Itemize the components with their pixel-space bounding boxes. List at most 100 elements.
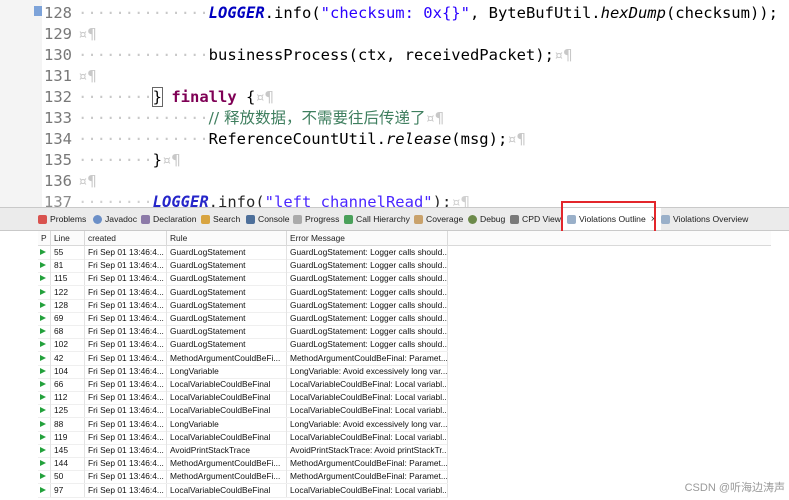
error-message-cell: GuardLogStatement: Logger calls should..… [287,325,448,339]
priority-cell [38,285,51,299]
violations-overview-icon [661,214,670,224]
error-message-cell: LocalVariableCouldBeFinal: Local variabl… [287,483,448,497]
table-row[interactable]: 68 Fri Sep 01 13:46:4... GuardLogStatement… [38,325,448,340]
table-row[interactable]: 42 Fri Sep 01 13:46:4... MethodArgumentCou… [38,351,448,366]
priority-marker-icon [40,315,46,321]
priority-cell [38,470,51,484]
tab-coverage[interactable]: Coverage [414,208,463,230]
created-cell: Fri Sep 01 13:46:4... [85,325,167,339]
code-line: 131 ¤¶ [44,67,97,85]
line-cell: 68 [51,325,85,339]
error-message-cell: MethodArgumentCouldBeFinal: Paramet... [287,457,448,471]
table-row[interactable]: 104 Fri Sep 01 13:46:4... LongVariable Long… [38,364,448,379]
created-cell: Fri Sep 01 13:46:4... [85,259,167,273]
table-row[interactable]: 119 Fri Sep 01 13:46:4... LocalVariableCou… [38,430,448,445]
tab-cpd-view[interactable]: CPD View [510,208,561,230]
created-cell: Fri Sep 01 13:46:4... [85,378,167,391]
rule-cell: GuardLogStatement [167,272,287,286]
search-icon [201,214,210,224]
created-cell: Fri Sep 01 13:46:4... [85,272,167,286]
line-cell: 50 [51,470,85,484]
table-row[interactable]: 69 Fri Sep 01 13:46:4... GuardLogStatement… [38,312,448,326]
line-cell: 144 [51,457,85,471]
table-header: P Line created Rule Error Message [38,231,771,246]
column-header-error-message[interactable]: Error Message [287,231,448,245]
priority-marker-icon [40,367,46,374]
column-header-line[interactable]: Line [51,231,85,245]
priority-cell [38,259,51,273]
error-message-cell: LocalVariableCouldBeFinal: Local variabl… [287,404,448,418]
table-row[interactable]: 88 Fri Sep 01 13:46:4... LongVariable LongV… [38,417,448,432]
created-cell: Fri Sep 01 13:46:4... [85,391,167,405]
created-cell: Fri Sep 01 13:46:4... [85,298,167,312]
error-message-cell: GuardLogStatement: Logger calls should..… [287,285,448,299]
violations-table[interactable]: P Line created Rule Error Message 55 Fri … [38,231,771,500]
priority-marker-icon [40,394,46,401]
code-line: 132 ········} finally {¤¶ [44,87,275,107]
code-line: 133 ··············// 释放数据，不需要往后传递了¤¶ [44,109,445,127]
table-row[interactable]: 115 Fri Sep 01 13:46:4... GuardLogStatemen… [38,272,448,287]
tab-search[interactable]: Search [201,208,240,230]
table-row[interactable]: 102 Fri Sep 01 13:46:4... GuardLogStatemen… [38,338,448,353]
table-row[interactable]: 144 Fri Sep 01 13:46:4... MethodArgumentCo… [38,457,448,472]
line-cell: 69 [51,312,85,325]
created-cell: Fri Sep 01 13:46:4... [85,404,167,418]
cpd-view-icon [510,214,519,224]
view-tab-bar: Problems Javadoc Declaration Search Cons… [0,207,789,231]
rule-cell: LocalVariableCouldBeFinal [167,378,287,391]
priority-cell [38,391,51,405]
column-header-created[interactable]: created [85,231,167,245]
watermark: CSDN @听海边涛声 [684,482,785,494]
code-editor[interactable]: 128 ··············LOGGER.info("checksum:… [0,0,789,207]
priority-marker-icon [40,473,46,480]
column-header-priority[interactable]: P [38,231,51,245]
table-row[interactable]: 97 Fri Sep 01 13:46:4... LocalVariableCoul… [38,483,448,498]
code-line: 129 ¤¶ [44,25,97,43]
priority-marker-icon [40,381,46,387]
priority-cell [38,404,51,418]
tab-declaration[interactable]: Declaration [141,208,196,230]
tab-violations-overview[interactable]: Violations Overview [661,208,748,230]
priority-cell [38,457,51,471]
created-cell: Fri Sep 01 13:46:4... [85,444,167,457]
rule-cell: GuardLogStatement [167,259,287,273]
table-row[interactable]: 128 Fri Sep 01 13:46:4... GuardLogStatemen… [38,298,448,313]
line-cell: 81 [51,259,85,273]
priority-marker-icon [40,328,46,335]
line-cell: 104 [51,364,85,378]
created-cell: Fri Sep 01 13:46:4... [85,417,167,431]
priority-cell [38,338,51,352]
error-message-cell: GuardLogStatement: Logger calls should..… [287,312,448,325]
tab-console[interactable]: Console [246,208,290,230]
rule-cell: LongVariable [167,417,287,431]
line-number: 128 [44,4,72,22]
table-row[interactable]: 81 Fri Sep 01 13:46:4... GuardLogStatement… [38,259,448,274]
rule-cell: MethodArgumentCouldBeFi... [167,470,287,484]
rule-cell: GuardLogStatement [167,285,287,299]
table-row[interactable]: 122 Fri Sep 01 13:46:4... GuardLogStatemen… [38,285,448,300]
code-line: 130 ··············businessProcess(ctx, r… [44,46,573,64]
error-message-cell: MethodArgumentCouldBeFinal: Paramet... [287,470,448,484]
table-row[interactable]: 145 Fri Sep 01 13:46:4... AvoidPrintStackT… [38,444,448,458]
error-message-cell: LocalVariableCouldBeFinal: Local variabl… [287,430,448,444]
rule-cell: MethodArgumentCouldBeFi... [167,457,287,471]
rule-cell: GuardLogStatement [167,246,287,259]
line-cell: 145 [51,444,85,457]
rule-cell: GuardLogStatement [167,325,287,339]
tab-progress[interactable]: Progress [293,208,339,230]
table-row[interactable]: 50 Fri Sep 01 13:46:4... MethodArgumentCou… [38,470,448,485]
table-row[interactable]: 125 Fri Sep 01 13:46:4... LocalVariableCou… [38,404,448,419]
line-number: 131 [44,67,72,85]
tab-debug[interactable]: Debug [468,208,505,230]
column-header-rule[interactable]: Rule [167,231,287,245]
priority-cell [38,483,51,497]
tab-call-hierarchy[interactable]: Call Hierarchy [344,208,410,230]
tab-javadoc[interactable]: Javadoc [93,208,137,230]
tab-problems[interactable]: Problems [38,208,86,230]
priority-cell [38,312,51,325]
line-cell: 128 [51,298,85,312]
table-row[interactable]: 66 Fri Sep 01 13:46:4... LocalVariableCoul… [38,378,448,392]
line-cell: 112 [51,391,85,405]
table-row[interactable]: 112 Fri Sep 01 13:46:4... LocalVariableCou… [38,391,448,406]
table-row[interactable]: 55 Fri Sep 01 13:46:4... GuardLogStatement… [38,246,448,260]
